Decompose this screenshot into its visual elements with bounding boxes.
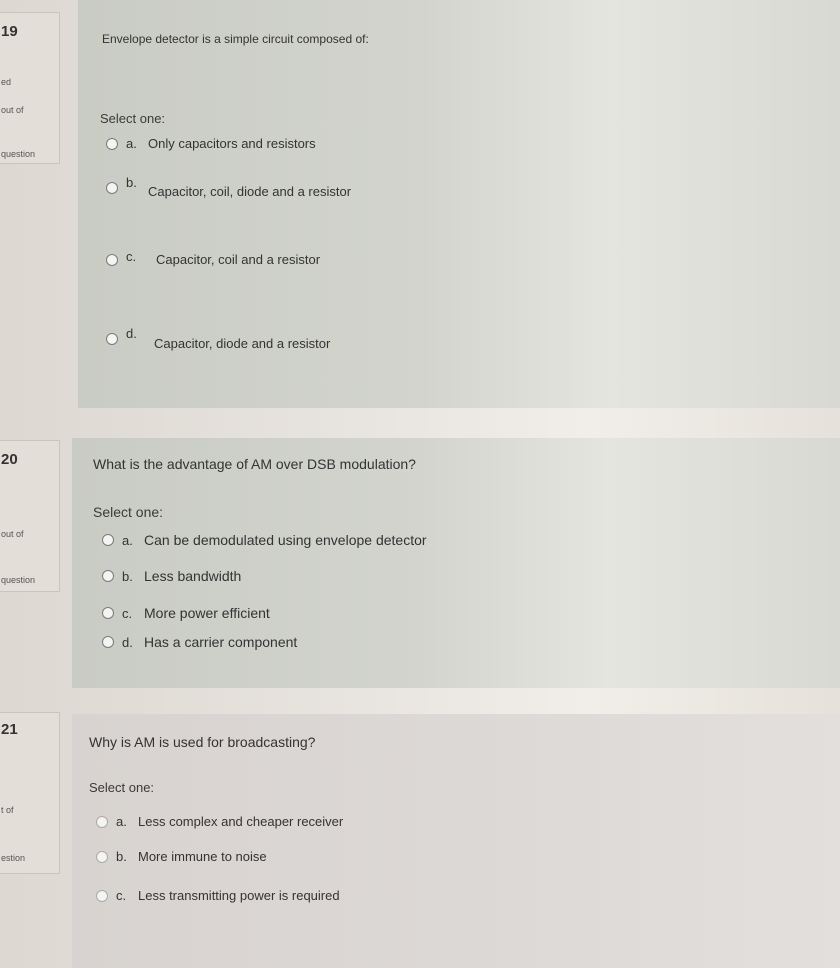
radio-button[interactable] [96,815,108,828]
answer-option-d[interactable]: d. Capacitor, diode and a resistor [106,326,330,351]
option-letter: a. [122,532,133,548]
radio-button[interactable] [106,137,118,150]
option-label: Capacitor, coil, diode and a resistor [148,184,352,199]
option-label: Capacitor, diode and a resistor [154,336,331,351]
radio-button[interactable] [96,889,108,902]
quiz-page: 19 ed out of question 20 out of question… [0,0,840,968]
answer-option-c[interactable]: c. Capacitor, coil and a resistor [106,249,321,267]
option-letter: c. [122,605,133,621]
radio-button[interactable] [102,534,114,546]
answer-option-c[interactable]: c. Less transmitting power is required [96,888,340,903]
radio-button[interactable] [106,332,118,345]
flag-question-link[interactable]: question [1,575,35,585]
option-letter: a. [126,136,137,151]
question-number: 19 [1,23,18,40]
select-one-prompt: Select one: [100,111,166,126]
answer-option-b[interactable]: b. Less bandwidth [102,568,241,584]
answer-option-c[interactable]: c. More power efficient [102,605,270,621]
question-text: What is the advantage of AM over DSB mod… [93,456,416,472]
question-text: Why is AM is used for broadcasting? [89,734,316,750]
option-letter: d. [126,326,137,341]
option-label: Only capacitors and resistors [148,136,316,151]
question-info-21: 21 t of estion [0,712,60,874]
answer-option-d[interactable]: d. Has a carrier component [102,634,297,650]
answer-option-b[interactable]: b. Capacitor, coil, diode and a resistor [106,175,352,199]
answer-option-a[interactable]: a. Can be demodulated using envelope det… [102,532,427,548]
question-number: 21 [1,721,18,738]
question-mark: t of [1,805,14,815]
answer-option-a[interactable]: a. Only capacitors and resistors [106,136,316,151]
option-letter: b. [116,849,127,864]
option-label: Less transmitting power is required [138,888,340,903]
option-letter: c. [126,249,137,264]
radio-button[interactable] [96,850,108,863]
option-label: Less bandwidth [144,568,242,584]
question-number: 20 [1,451,18,468]
select-one-prompt: Select one: [89,780,155,795]
question-text: Envelope detector is a simple circuit co… [102,32,369,46]
question-info-19: 19 ed out of question [0,12,60,164]
option-letter: d. [122,634,133,650]
option-label: Can be demodulated using envelope detect… [144,532,427,548]
question-panel-20: What is the advantage of AM over DSB mod… [72,438,840,688]
question-mark: out of [1,105,24,115]
answer-option-a[interactable]: a. Less complex and cheaper receiver [96,814,343,829]
radio-button[interactable] [106,181,118,194]
option-letter: b. [126,175,137,190]
flag-question-link[interactable]: question [1,149,35,159]
radio-button[interactable] [102,636,114,648]
radio-button[interactable] [102,570,114,582]
select-one-prompt: Select one: [93,504,164,520]
option-label: Has a carrier component [144,634,298,650]
question-panel-19: Envelope detector is a simple circuit co… [78,0,840,408]
question-info-20: 20 out of question [0,440,60,592]
answer-option-b[interactable]: b. More immune to noise [96,849,267,864]
option-label: Less complex and cheaper receiver [138,814,344,829]
option-letter: b. [122,568,133,584]
option-label: More power efficient [144,605,270,621]
question-state: ed [1,77,12,87]
flag-question-link[interactable]: estion [1,853,25,863]
option-label: Capacitor, coil and a resistor [156,252,321,267]
radio-button[interactable] [106,253,118,266]
option-label: More immune to noise [138,849,267,864]
question-mark: out of [1,529,24,539]
question-panel-21: Why is AM is used for broadcasting? Sele… [72,714,840,968]
option-letter: a. [116,814,127,829]
radio-button[interactable] [102,607,114,619]
option-letter: c. [116,888,127,903]
